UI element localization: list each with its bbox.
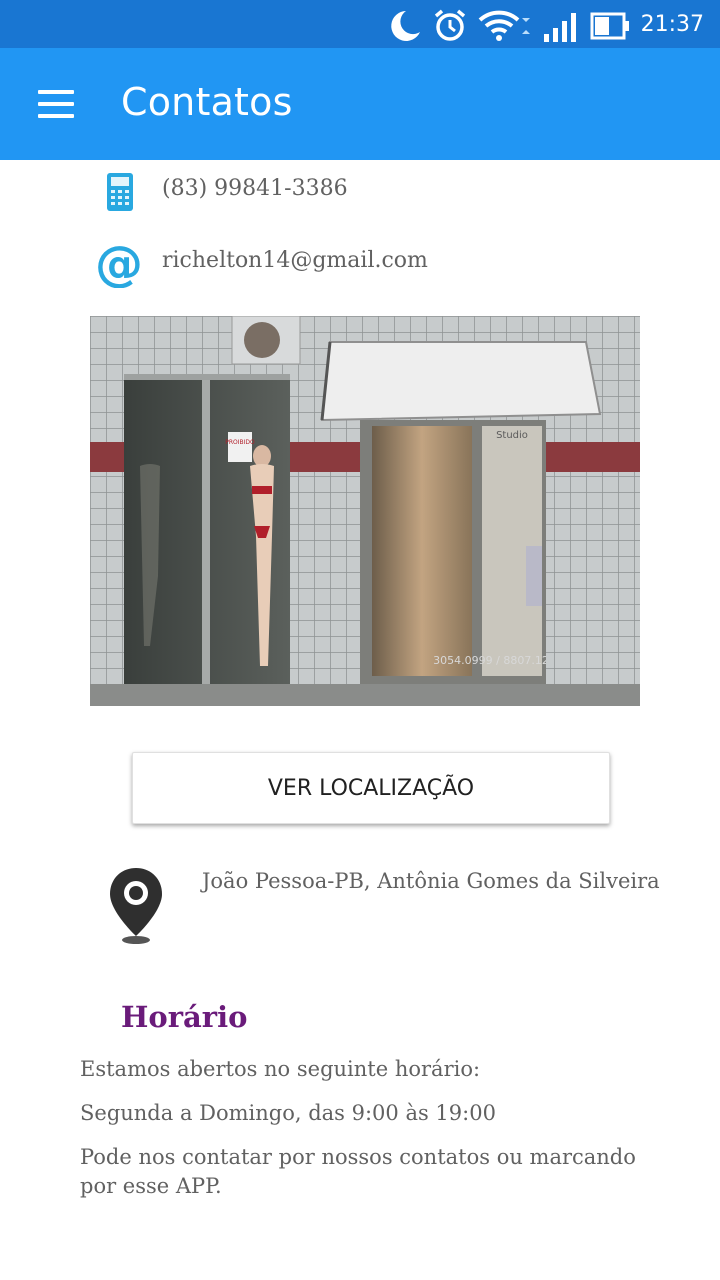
photo-poster-text: PROIBIDO — [225, 439, 255, 446]
at-sign-icon: @ — [95, 240, 143, 288]
wifi-icon — [478, 10, 530, 41]
horario-intro: Estamos abertos no seguinte horário: — [80, 1057, 481, 1081]
calculator-phone-icon — [107, 173, 133, 211]
hamburger-menu-icon — [38, 90, 74, 94]
page-title: Contatos — [121, 80, 293, 124]
horario-note: Pode nos contatar por nossos contatos ou… — [80, 1145, 636, 1198]
email-row[interactable]: @ richelton14@gmail.com — [0, 238, 720, 290]
address-text: João Pessoa-PB, Antônia Gomes da Silveir… — [202, 869, 660, 893]
moon-icon — [391, 11, 420, 41]
map-pin-icon — [110, 868, 162, 944]
storefront-photo: PROIBIDO Studio 3054.0999 / 8807.1227 — [90, 316, 640, 706]
cell-signal-icon — [544, 13, 576, 42]
svg-text:@: @ — [95, 240, 143, 288]
email-address[interactable]: richelton14@gmail.com — [162, 248, 428, 273]
alarm-clock-icon — [434, 9, 466, 41]
horario-heading: Horário — [121, 1000, 248, 1034]
app-bar: Contatos — [0, 48, 720, 160]
status-bar: 21:37 — [0, 0, 720, 48]
horario-hours: Segunda a Domingo, das 9:00 às 19:00 — [80, 1101, 496, 1125]
clock-time: 21:37 — [640, 12, 704, 37]
phone-row[interactable]: (83) 99841-3386 — [0, 170, 720, 214]
phone-number[interactable]: (83) 99841-3386 — [162, 176, 348, 201]
view-location-button[interactable]: VER LOCALIZAÇÃO — [132, 752, 610, 824]
photo-phone-text: 3054.0999 / 8807.1227 — [433, 654, 563, 667]
battery-icon — [590, 12, 629, 40]
menu-button[interactable] — [20, 76, 92, 132]
photo-sign-text: Studio — [496, 430, 528, 441]
